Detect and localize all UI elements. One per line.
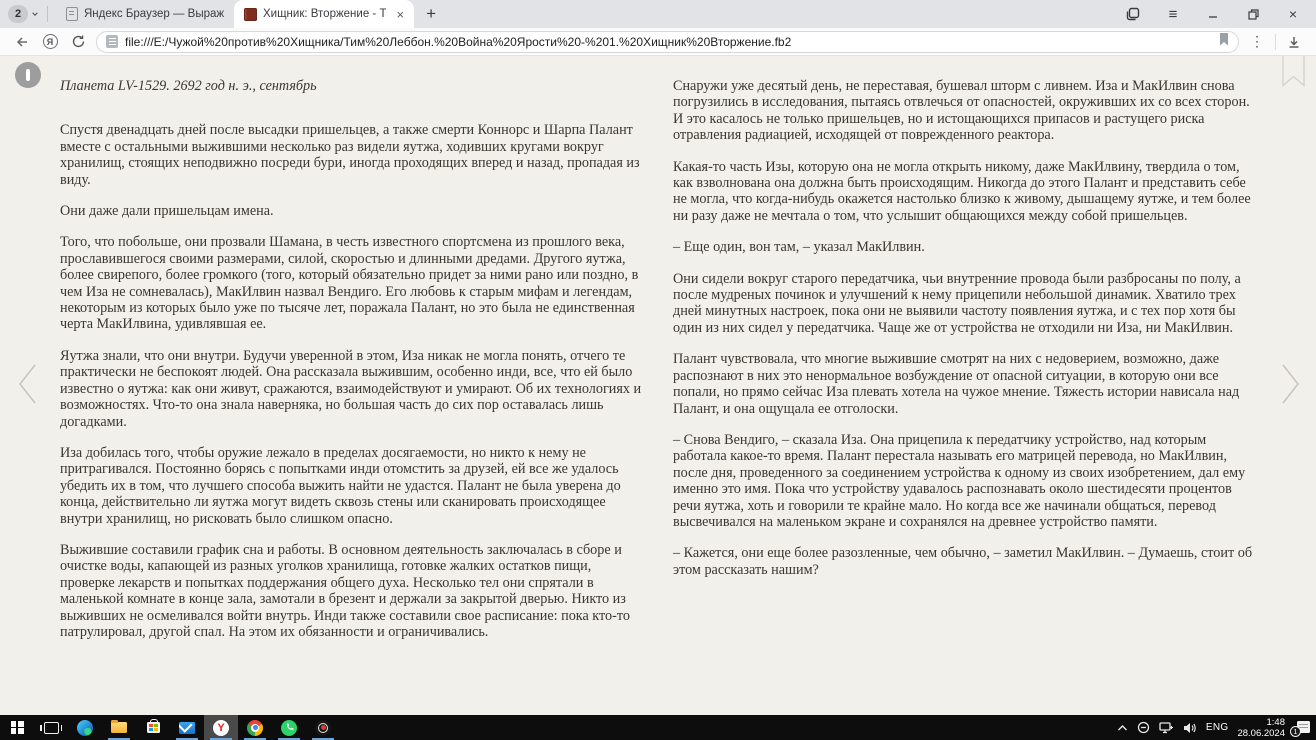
close-button[interactable]: × — [1284, 5, 1302, 23]
taskbar-item-recorder[interactable] — [306, 715, 340, 740]
book-paragraph: – Снова Вендиго, – сказала Иза. Она приц… — [673, 432, 1258, 530]
download-icon[interactable] — [1284, 32, 1304, 52]
back-button[interactable] — [12, 32, 32, 52]
reader-menu-button[interactable] — [15, 62, 41, 88]
mail-envelope-icon — [179, 722, 195, 734]
notification-center-button[interactable]: 1 — [1294, 721, 1310, 735]
network-icon[interactable] — [1159, 722, 1174, 734]
tray-chevron-up-icon[interactable] — [1117, 724, 1128, 732]
refresh-button[interactable] — [68, 32, 88, 52]
taskbar-item-edge[interactable] — [68, 715, 102, 740]
previous-page-arrow[interactable] — [16, 362, 38, 406]
chrome-icon — [247, 720, 263, 736]
book-paragraph: Они сидели вокруг старого передатчика, ч… — [673, 271, 1258, 337]
book-paragraph: Спустя двенадцать дней после высадки при… — [60, 122, 645, 188]
record-icon — [315, 720, 331, 736]
book-cover-favicon — [244, 8, 257, 21]
book-text-columns: Планета LV-1529. 2692 год н. э., сентябр… — [0, 56, 1316, 655]
restore-button[interactable] — [1244, 5, 1262, 23]
task-view-button[interactable] — [34, 715, 68, 740]
clock-time: 1:48 — [1237, 717, 1285, 728]
next-page-arrow[interactable] — [1280, 362, 1302, 406]
taskbar-item-whatsapp[interactable] — [272, 715, 306, 740]
book-paragraph: Они даже дали пришельцам имена. — [60, 203, 645, 219]
folder-icon — [111, 722, 127, 733]
book-paragraph: Яутжа знали, что они внутри. Будучи увер… — [60, 348, 645, 430]
browser-toolbar: Я file:///E:/Чужой%20против%20Хищника/Ти… — [0, 28, 1316, 56]
tab-book-active[interactable]: Хищник: Вторжение - Т × — [234, 0, 414, 28]
chevron-down-icon — [31, 10, 39, 18]
book-paragraph: – Еще один, вон там, – указал МакИлвин. — [673, 239, 1258, 255]
tab-title: Хищник: Вторжение - Т — [263, 8, 386, 20]
tab-panels-icon[interactable] — [1124, 5, 1142, 23]
minimize-button[interactable] — [1204, 5, 1222, 23]
divider — [47, 6, 48, 22]
windows-logo-icon — [11, 721, 24, 734]
book-paragraph: Иза добилась того, чтобы оружие лежало в… — [60, 445, 645, 527]
store-bag-icon — [147, 722, 160, 733]
book-paragraph: Выжившие составили график сна и работы. … — [60, 542, 645, 640]
tab-yandex-start-page[interactable]: Яндекс Браузер — Выраж — [56, 0, 234, 28]
pause-bar-icon — [26, 69, 30, 81]
language-indicator[interactable]: ENG — [1206, 722, 1229, 733]
left-column: Планета LV-1529. 2692 год н. э., сентябр… — [60, 78, 645, 655]
left-paragraphs: Спустя двенадцать дней после высадки при… — [60, 122, 645, 640]
clock-date: 28.06.2024 — [1237, 728, 1285, 739]
tab-strip: 2 Яндекс Браузер — Выраж Хищник: Вторжен… — [0, 0, 1316, 28]
right-column: Снаружи уже десятый день, не переставая,… — [673, 78, 1258, 655]
url-text[interactable]: file:///E:/Чужой%20против%20Хищника/Тим%… — [125, 35, 1212, 49]
tab-close-icon[interactable]: × — [396, 8, 404, 21]
taskbar-item-yandex-browser[interactable]: Y — [204, 715, 238, 740]
notification-count-badge: 1 — [1290, 726, 1301, 737]
taskbar-item-explorer[interactable] — [102, 715, 136, 740]
tab-count-badge: 2 — [8, 5, 28, 23]
document-icon — [66, 7, 78, 21]
tab-title: Яндекс Браузер — Выраж — [84, 8, 224, 20]
address-bar[interactable]: file:///E:/Чужой%20против%20Хищника/Тим%… — [96, 31, 1239, 53]
book-paragraph: Снаружи уже десятый день, не переставая,… — [673, 78, 1258, 144]
yandex-protect-icon[interactable]: Я — [40, 32, 60, 52]
taskbar-item-chrome[interactable] — [238, 715, 272, 740]
file-icon — [106, 35, 118, 48]
book-paragraph: Палант чувствовала, что многие выжившие … — [673, 351, 1258, 417]
chapter-heading: Планета LV-1529. 2692 год н. э., сентябр… — [60, 78, 645, 94]
book-paragraph: – Кажется, они еще более разозленные, че… — [673, 545, 1258, 578]
book-paragraph: Какая-то часть Изы, которую она не могла… — [673, 159, 1258, 225]
whatsapp-icon — [281, 720, 297, 736]
start-button[interactable] — [0, 715, 34, 740]
bookmark-flag-icon[interactable] — [1219, 33, 1229, 51]
divider — [1275, 34, 1276, 50]
bookmark-ribbon-icon[interactable] — [1282, 56, 1305, 92]
volume-icon[interactable] — [1183, 722, 1197, 734]
system-tray: ENG 1:48 28.06.2024 1 — [1117, 715, 1316, 740]
yandex-browser-icon: Y — [213, 720, 229, 736]
windows-taskbar: Y ENG 1:48 28.06.2024 — [0, 715, 1316, 740]
tray-app-circle-icon[interactable] — [1137, 721, 1150, 734]
menu-icon[interactable]: ≡ — [1164, 5, 1182, 23]
right-paragraphs: Снаружи уже десятый день, не переставая,… — [673, 78, 1258, 578]
tab-counter-button[interactable]: 2 — [8, 5, 39, 23]
book-paragraph: Того, что побольше, они прозвали Шамана,… — [60, 234, 645, 332]
taskbar-item-store[interactable] — [136, 715, 170, 740]
taskbar-item-mail[interactable] — [170, 715, 204, 740]
task-view-icon — [44, 722, 59, 734]
extensions-kebab-icon[interactable]: ⋮ — [1247, 32, 1267, 52]
new-tab-button[interactable]: + — [414, 4, 448, 24]
edge-icon — [77, 720, 93, 736]
clock[interactable]: 1:48 28.06.2024 — [1237, 717, 1285, 739]
ebook-reader-page: Планета LV-1529. 2692 год н. э., сентябр… — [0, 56, 1316, 715]
